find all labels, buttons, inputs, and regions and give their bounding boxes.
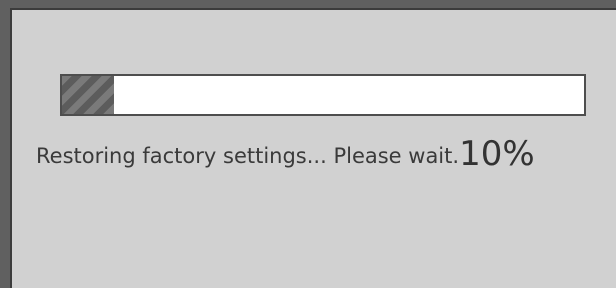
progress-percent-label: 10% — [459, 134, 535, 174]
progress-bar-fill — [62, 76, 115, 114]
restore-dialog-panel: Restoring factory settings... Please wai… — [10, 8, 616, 288]
window-frame: Restoring factory settings... Please wai… — [0, 0, 616, 288]
status-message: Restoring factory settings... Please wai… — [36, 144, 460, 168]
progress-bar — [60, 74, 586, 116]
status-row: Restoring factory settings... Please wai… — [36, 134, 535, 174]
